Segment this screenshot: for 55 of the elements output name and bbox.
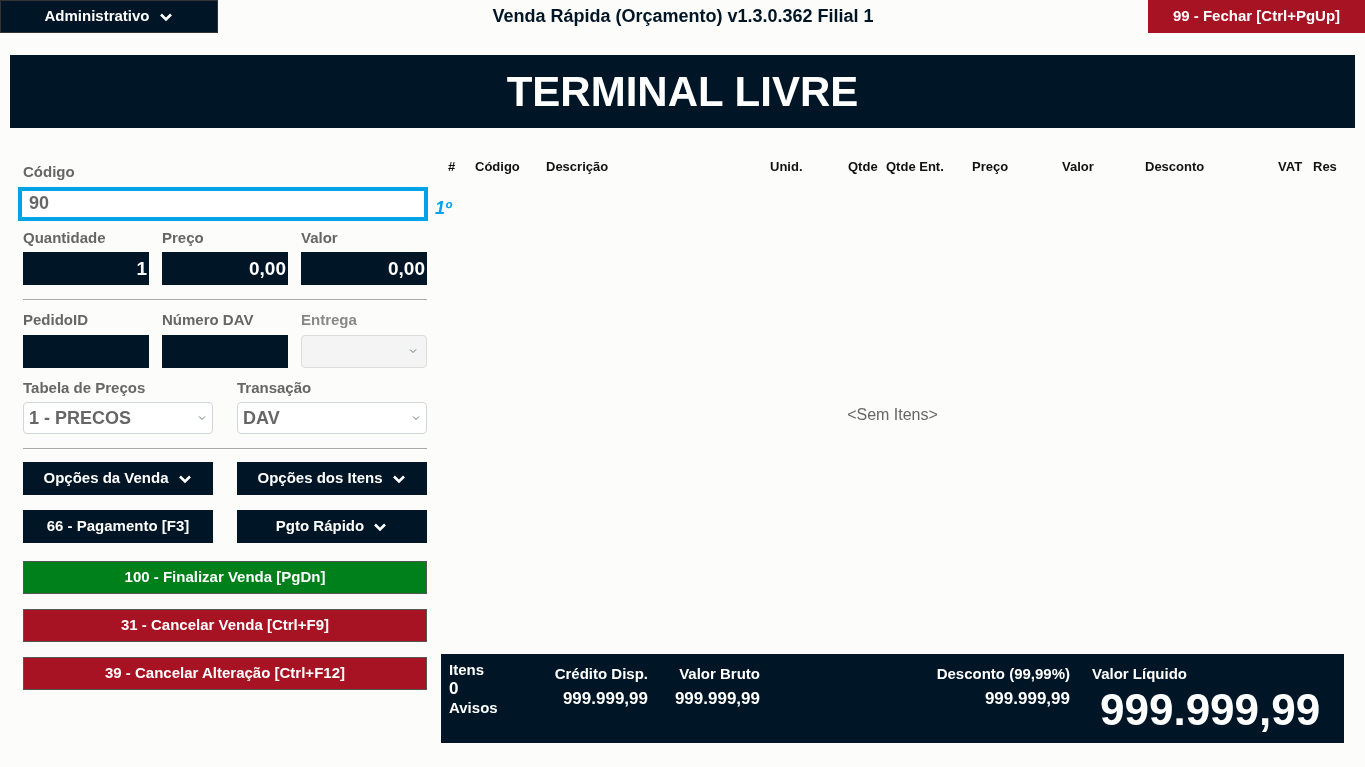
field-label: Preço — [162, 227, 205, 248]
credit-label: Crédito Disp. — [554, 664, 648, 684]
column-header: Descrição — [546, 159, 609, 174]
field-label: PedidoID — [23, 310, 89, 330]
discount-label: Desconto (99,99%) — [936, 664, 1070, 684]
items-label: Itens — [449, 660, 485, 679]
discount-value: 999.999,99 — [984, 687, 1070, 710]
column-header: Qtde Ent. — [886, 159, 944, 174]
chevron-down-icon — [408, 346, 418, 356]
column-header: Preço — [972, 159, 1009, 174]
number-field[interactable]: 1 — [23, 252, 149, 285]
menu-button[interactable]: Pgto Rápido — [237, 510, 427, 543]
dropdown-field[interactable]: 1 - PRECOS — [23, 402, 213, 434]
column-header: Res — [1313, 159, 1337, 174]
gross-label: Valor Bruto — [679, 664, 760, 684]
administrative-menu[interactable]: Administrativo — [0, 0, 218, 33]
window-title: Venda Rápida (Orçamento) v1.3.0.362 Filial 1 — [491, 5, 875, 28]
empty-table-message: <Sem Itens> — [847, 405, 938, 426]
menu-button[interactable]: 66 - Pagamento [F3] — [23, 510, 213, 543]
code-input-field[interactable]: 90 — [18, 186, 428, 221]
credit-value: 999.999,99 — [562, 687, 648, 710]
menu-button[interactable]: Opções dos Itens — [237, 462, 427, 495]
number-field[interactable]: 0,00 — [301, 252, 427, 285]
field-label: Código — [23, 162, 76, 182]
field-label: Tabela de Preços — [23, 377, 147, 398]
menu-button[interactable]: Opções da Venda — [23, 462, 213, 495]
dropdown-field[interactable]: DAV — [237, 402, 427, 434]
net-label: Valor Líquido — [1092, 664, 1188, 684]
id-input-field[interactable] — [23, 334, 149, 368]
field-label: Quantidade — [23, 227, 107, 248]
field-label: Transação — [237, 377, 313, 398]
step-hint: 1º — [435, 196, 452, 220]
column-header: Valor — [1062, 159, 1094, 174]
close-button[interactable]: 99 - Fechar [Ctrl+PgUp] — [1148, 0, 1365, 33]
column-header: Código — [475, 159, 520, 174]
net-value: 999.999,99 — [1100, 685, 1321, 734]
column-header: Qtde — [848, 159, 878, 174]
field-label: Entrega — [301, 310, 358, 330]
warnings-label: Avisos — [449, 698, 499, 717]
chevron-down-icon — [411, 413, 421, 423]
items-count: 0 — [449, 679, 460, 698]
id-input-field[interactable] — [162, 334, 288, 368]
column-header: Desconto — [1145, 159, 1205, 174]
status-banner: TERMINAL LIVRE — [10, 55, 1355, 128]
cancel-button[interactable]: 31 - Cancelar Venda [Ctrl+F9] — [23, 609, 427, 642]
number-field[interactable]: 0,00 — [162, 252, 288, 285]
field-label: Valor — [301, 227, 339, 248]
field-label: Número DAV — [162, 310, 255, 330]
gross-value: 999.999,99 — [674, 687, 760, 710]
finish-sale-button[interactable]: 100 - Finalizar Venda [PgDn] — [23, 561, 427, 594]
chevron-down-icon — [197, 413, 207, 423]
column-header: Unid. — [770, 159, 803, 174]
column-header: VAT — [1278, 159, 1303, 174]
cancel-button[interactable]: 39 - Cancelar Alteração [Ctrl+F12] — [23, 657, 427, 690]
column-header: # — [448, 159, 456, 174]
